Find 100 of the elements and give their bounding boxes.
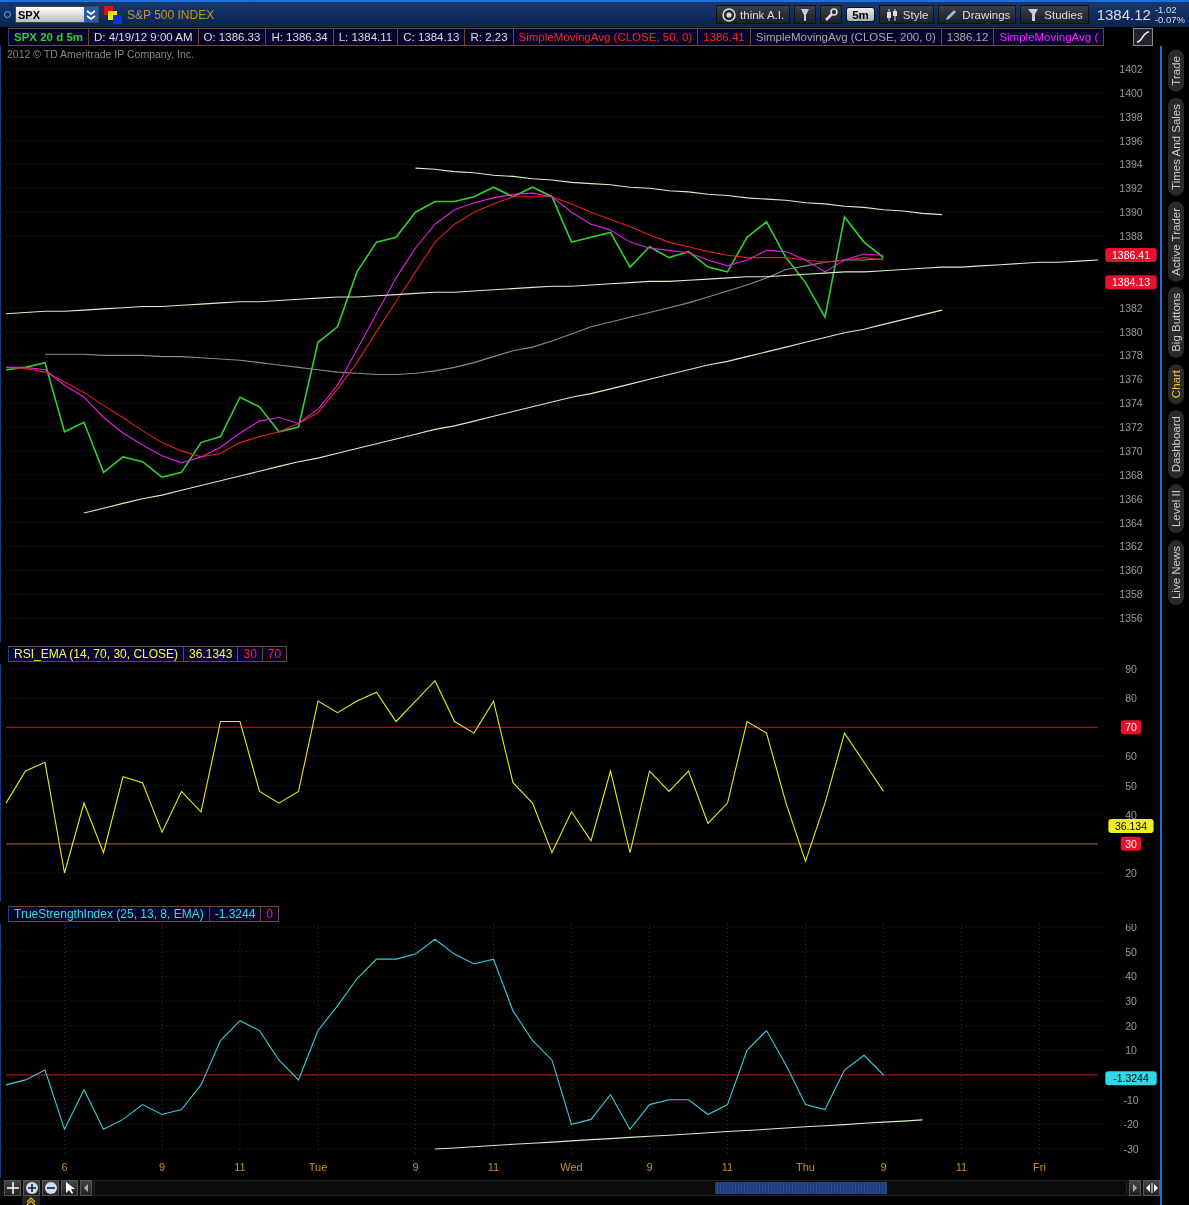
fit-chart-icon[interactable] — [1143, 1180, 1160, 1196]
curve-icon[interactable] — [1133, 28, 1153, 46]
y-axis-label: 60 — [1125, 750, 1137, 763]
last-price: 1384.12 — [1096, 6, 1151, 23]
pointer-icon[interactable] — [61, 1180, 78, 1196]
scrollbar-thumb[interactable] — [715, 1182, 887, 1194]
y-axis-label: 30 — [1125, 995, 1137, 1007]
zoom-in-icon[interactable] — [23, 1180, 40, 1196]
info-cell: 1386.12 — [941, 28, 995, 46]
y-tick-label: 70 — [1125, 721, 1137, 734]
x-axis-label: 11 — [487, 1161, 500, 1173]
y-axis-label: 1400 — [1119, 86, 1143, 99]
target-icon — [722, 7, 737, 22]
info-cell: H: 1386.34 — [266, 28, 334, 46]
study-label: TrueStrengthIndex (25, 13, 8, EMA) — [8, 906, 210, 922]
y-axis-label: -30 — [1123, 1143, 1139, 1155]
value-tag: 70 — [1120, 720, 1142, 735]
x-axis-label: 11 — [721, 1161, 734, 1173]
side-tab[interactable]: Big Buttons — [1167, 287, 1184, 359]
y-axis-label: 1390 — [1119, 206, 1143, 219]
side-tab[interactable]: Trade — [1167, 50, 1184, 92]
studies-button[interactable]: Studies — [1020, 5, 1089, 24]
value-tag: -1.3244 — [1105, 1071, 1157, 1086]
y-tick-label: -1.3244 — [1113, 1072, 1149, 1085]
y-axis-label: 60 — [1125, 924, 1137, 933]
percent-change: -0.07% — [1154, 14, 1185, 25]
net-change: -1.02 — [1154, 4, 1178, 15]
x-axis-label: 11 — [234, 1161, 246, 1173]
x-axis-label: 9 — [880, 1161, 887, 1173]
symbol-field[interactable]: SPX — [15, 6, 99, 23]
scroll-right-icon[interactable] — [1129, 1180, 1141, 1196]
y-axis-label: 1378 — [1119, 349, 1143, 362]
think-ai-button[interactable]: think A.I. — [716, 5, 791, 24]
zoom-out-icon[interactable] — [42, 1180, 59, 1196]
y-axis-label: 1392 — [1119, 182, 1143, 195]
info-cell: D: 4/19/12 9:00 AM — [89, 28, 199, 46]
y-axis-label: 40 — [1125, 970, 1137, 983]
study-label: RSI_EMA (14, 70, 30, CLOSE) — [8, 646, 185, 662]
y-axis-label: -20 — [1123, 1118, 1139, 1131]
crosshair-icon[interactable] — [4, 1180, 21, 1196]
aggregation-button[interactable]: 5m — [846, 7, 875, 22]
expand-icon[interactable] — [22, 1196, 40, 1205]
y-axis-label: 1368 — [1119, 468, 1143, 481]
y-axis-label: 1374 — [1119, 397, 1143, 410]
linked-squares-icon[interactable] — [103, 4, 123, 25]
y-axis-label: 1394 — [1119, 158, 1143, 171]
y-axis-label: 1362 — [1119, 540, 1143, 553]
side-tab[interactable]: Active Trader — [1167, 201, 1184, 282]
value-tag: 1384.13 — [1105, 275, 1157, 290]
side-tab[interactable]: Times And Sales — [1167, 97, 1184, 196]
dropdown-icon[interactable] — [84, 7, 98, 22]
value-tag: 36.134 — [1108, 819, 1154, 833]
y-tick-label: 1386.41 — [1112, 249, 1151, 262]
y-axis-label: 50 — [1125, 945, 1137, 958]
side-tab[interactable]: Live News — [1167, 539, 1184, 605]
value-tag: 30 — [1120, 836, 1142, 851]
study-label: 0 — [261, 906, 280, 922]
scroll-left-icon[interactable] — [80, 1180, 92, 1196]
info-cell: 1386.41 — [698, 28, 751, 46]
side-tab[interactable]: Level II — [1167, 484, 1184, 534]
info-cell: L: 1384.11 — [333, 28, 399, 46]
y-tick-label: 36.134 — [1114, 819, 1148, 832]
info-cell: SPX 20 d 5m — [8, 28, 90, 46]
x-axis-label: Wed — [560, 1161, 583, 1173]
y-axis-label: 1364 — [1119, 516, 1143, 529]
y-axis-label: 1380 — [1119, 325, 1143, 338]
y-axis-label: 1360 — [1119, 564, 1143, 577]
y-tick-label: 30 — [1125, 837, 1137, 850]
info-cell: SimpleMovingAvg (CLOSE, 50, 0) — [513, 28, 699, 46]
y-axis-label: 1370 — [1119, 444, 1143, 457]
x-axis-label: 11 — [955, 1161, 968, 1173]
y-axis-label: 20 — [1125, 1019, 1137, 1032]
study-label: 36.1343 — [184, 646, 239, 662]
x-axis-label: Fri — [1033, 1161, 1046, 1173]
side-tab[interactable]: Chart — [1167, 364, 1184, 405]
study-label: 30 — [238, 646, 263, 662]
x-axis-label: 9 — [412, 1161, 419, 1173]
y-axis-label: 40 — [1125, 808, 1137, 821]
x-axis-label: 9 — [158, 1161, 166, 1173]
y-axis-label: -10 — [1123, 1093, 1139, 1106]
y-axis-label: 1376 — [1119, 373, 1143, 386]
pencil-icon — [944, 7, 959, 22]
y-axis-label: 20 — [1125, 867, 1137, 879]
y-axis-label: 90 — [1125, 664, 1137, 675]
copyright-text: 2012 © TD Ameritrade IP Company, Inc. — [7, 48, 194, 60]
value-tag: 1386.41 — [1105, 248, 1157, 263]
y-axis-label: 1396 — [1119, 134, 1143, 147]
x-axis-label: Thu — [796, 1161, 815, 1173]
y-axis-label: 1366 — [1119, 492, 1143, 505]
wrench-icon[interactable] — [820, 5, 843, 24]
drawings-button[interactable]: Drawings — [938, 5, 1017, 24]
side-tab[interactable]: Dashboard — [1167, 410, 1184, 479]
y-axis-label: 10 — [1125, 1044, 1137, 1057]
study-label: -1.3244 — [209, 906, 262, 922]
info-cell: O: 1386.33 — [198, 28, 267, 46]
y-axis-label: 80 — [1125, 692, 1137, 705]
y-axis-label: 50 — [1125, 779, 1137, 792]
y-axis-label: 1398 — [1119, 110, 1143, 123]
style-button[interactable]: Style — [878, 5, 935, 24]
y-axis-label: 1382 — [1119, 301, 1143, 314]
